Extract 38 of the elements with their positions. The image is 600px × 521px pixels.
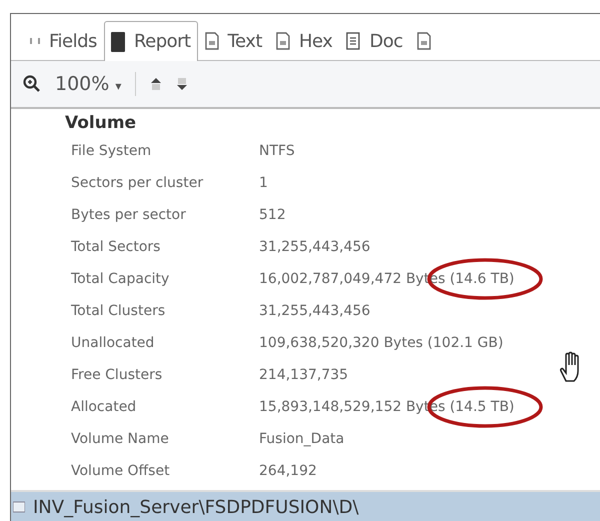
field-label: Total Capacity <box>71 271 170 287</box>
field-label: Allocated <box>71 399 138 415</box>
field-value: 214,137,735 <box>259 367 348 383</box>
drive-icon <box>13 500 25 514</box>
next-icon[interactable] <box>176 77 188 91</box>
field-value: NTFS <box>259 143 295 159</box>
path-text: INV_Fusion_Server\FSDPDFUSION\D\ <box>33 496 359 518</box>
field-label: Volume Offset <box>71 463 171 479</box>
previous-icon[interactable] <box>150 77 162 91</box>
field-label: Volume Name <box>71 431 170 447</box>
field-value: 512 <box>259 207 286 223</box>
field-label: Sectors per cluster <box>71 175 204 191</box>
field-value: 31,255,443,456 <box>259 239 370 255</box>
field-value: 31,255,443,456 <box>259 303 370 319</box>
book-icon <box>110 32 125 52</box>
tab[interactable]: Doc <box>339 21 410 60</box>
field-label: File System <box>71 143 152 159</box>
tab[interactable]: Text <box>198 21 270 60</box>
grip-icon <box>30 36 40 46</box>
field-label: Total Clusters <box>71 303 166 319</box>
zoom-dropdown[interactable]: 100% ▾ <box>55 73 122 95</box>
field-value: 1 <box>259 175 268 191</box>
field-value: 264,192 <box>259 463 317 479</box>
section-heading: Volume <box>65 113 138 135</box>
field-label: Free Clusters <box>71 367 164 383</box>
document-icon <box>416 32 431 50</box>
zoom-icon[interactable] <box>23 75 41 93</box>
field-value: 109,638,520,320 Bytes (102.1 GB) <box>259 335 504 351</box>
field-value: Fusion_Data <box>259 431 344 447</box>
field-label: Bytes per sector <box>71 207 187 223</box>
tab[interactable]: Hex <box>269 21 340 60</box>
tab[interactable]: Fields <box>23 21 104 60</box>
document-icon <box>276 32 290 50</box>
document-icon <box>204 32 219 50</box>
tab[interactable]: Report <box>104 20 198 62</box>
field-label: Unallocated <box>71 335 156 351</box>
list-icon <box>346 32 360 50</box>
field-label: Total Sectors <box>71 239 162 255</box>
